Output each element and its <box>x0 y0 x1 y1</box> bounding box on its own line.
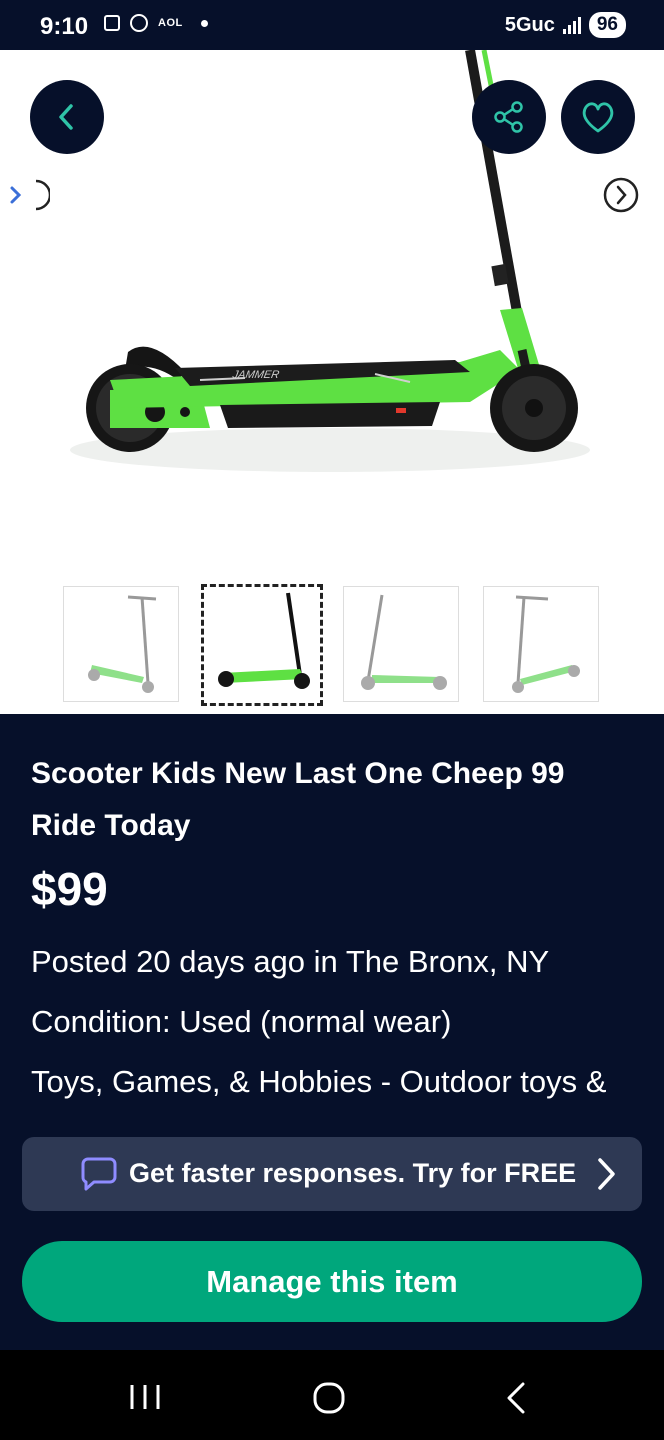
chevron-right-icon <box>598 1158 615 1190</box>
listing-title: Scooter Kids New Last One Cheep 99 Ride … <box>31 757 565 842</box>
more-notifications-dot-icon <box>200 19 208 27</box>
status-bar: 9:10 AOL 5Guc 96 <box>0 0 664 50</box>
posted-info: Posted 20 days ago in The Bronx, NY <box>31 944 550 979</box>
faster-responses-promo[interactable]: Get faster responses. Try for FREE <box>22 1137 642 1211</box>
screenshot-notification-icon <box>104 15 120 31</box>
previous-image-arrow-icon[interactable] <box>6 175 50 215</box>
system-status: 5Guc 96 <box>505 12 626 38</box>
battery-indicator: 96 <box>588 12 626 38</box>
product-image-carousel[interactable]: JAMMER <box>0 50 664 714</box>
image-thumbnail-strip <box>0 584 664 708</box>
condition-info: Condition: Used (normal wear) <box>31 1004 452 1039</box>
recent-apps-icon[interactable] <box>128 1383 162 1411</box>
chevron-left-icon <box>59 104 73 130</box>
system-back-icon[interactable] <box>504 1381 528 1415</box>
network-type: 5Guc <box>504 13 555 36</box>
image-thumbnail[interactable] <box>63 586 179 702</box>
listing-details: Scooter Kids New Last One Cheep 99 Ride … <box>0 714 664 1350</box>
back-button[interactable] <box>30 80 104 154</box>
aol-notification-icon: AOL <box>158 17 183 29</box>
status-time: 9:10 <box>40 13 89 40</box>
image-thumbnail[interactable] <box>343 586 459 702</box>
google-notification-icon <box>130 14 148 32</box>
favorite-button[interactable] <box>561 80 635 154</box>
notification-icons: AOL <box>104 14 208 32</box>
image-thumbnail-selected[interactable] <box>201 584 323 706</box>
manage-item-button[interactable]: Manage this item <box>22 1241 642 1322</box>
signal-icon <box>562 16 581 34</box>
share-button[interactable] <box>472 80 546 154</box>
next-image-arrow-icon[interactable] <box>601 175 641 215</box>
heart-icon <box>582 102 614 133</box>
home-icon[interactable] <box>312 1381 346 1415</box>
image-thumbnail[interactable] <box>483 586 599 702</box>
system-navigation-bar <box>0 1350 664 1440</box>
share-icon <box>494 101 523 133</box>
listing-price: $99 <box>31 863 108 915</box>
promo-label: Get faster responses. Try for FREE <box>129 1158 577 1188</box>
chat-bubble-icon <box>81 1157 117 1191</box>
category-info[interactable]: Toys, Games, & Hobbies - Outdoor toys & <box>31 1064 606 1100</box>
